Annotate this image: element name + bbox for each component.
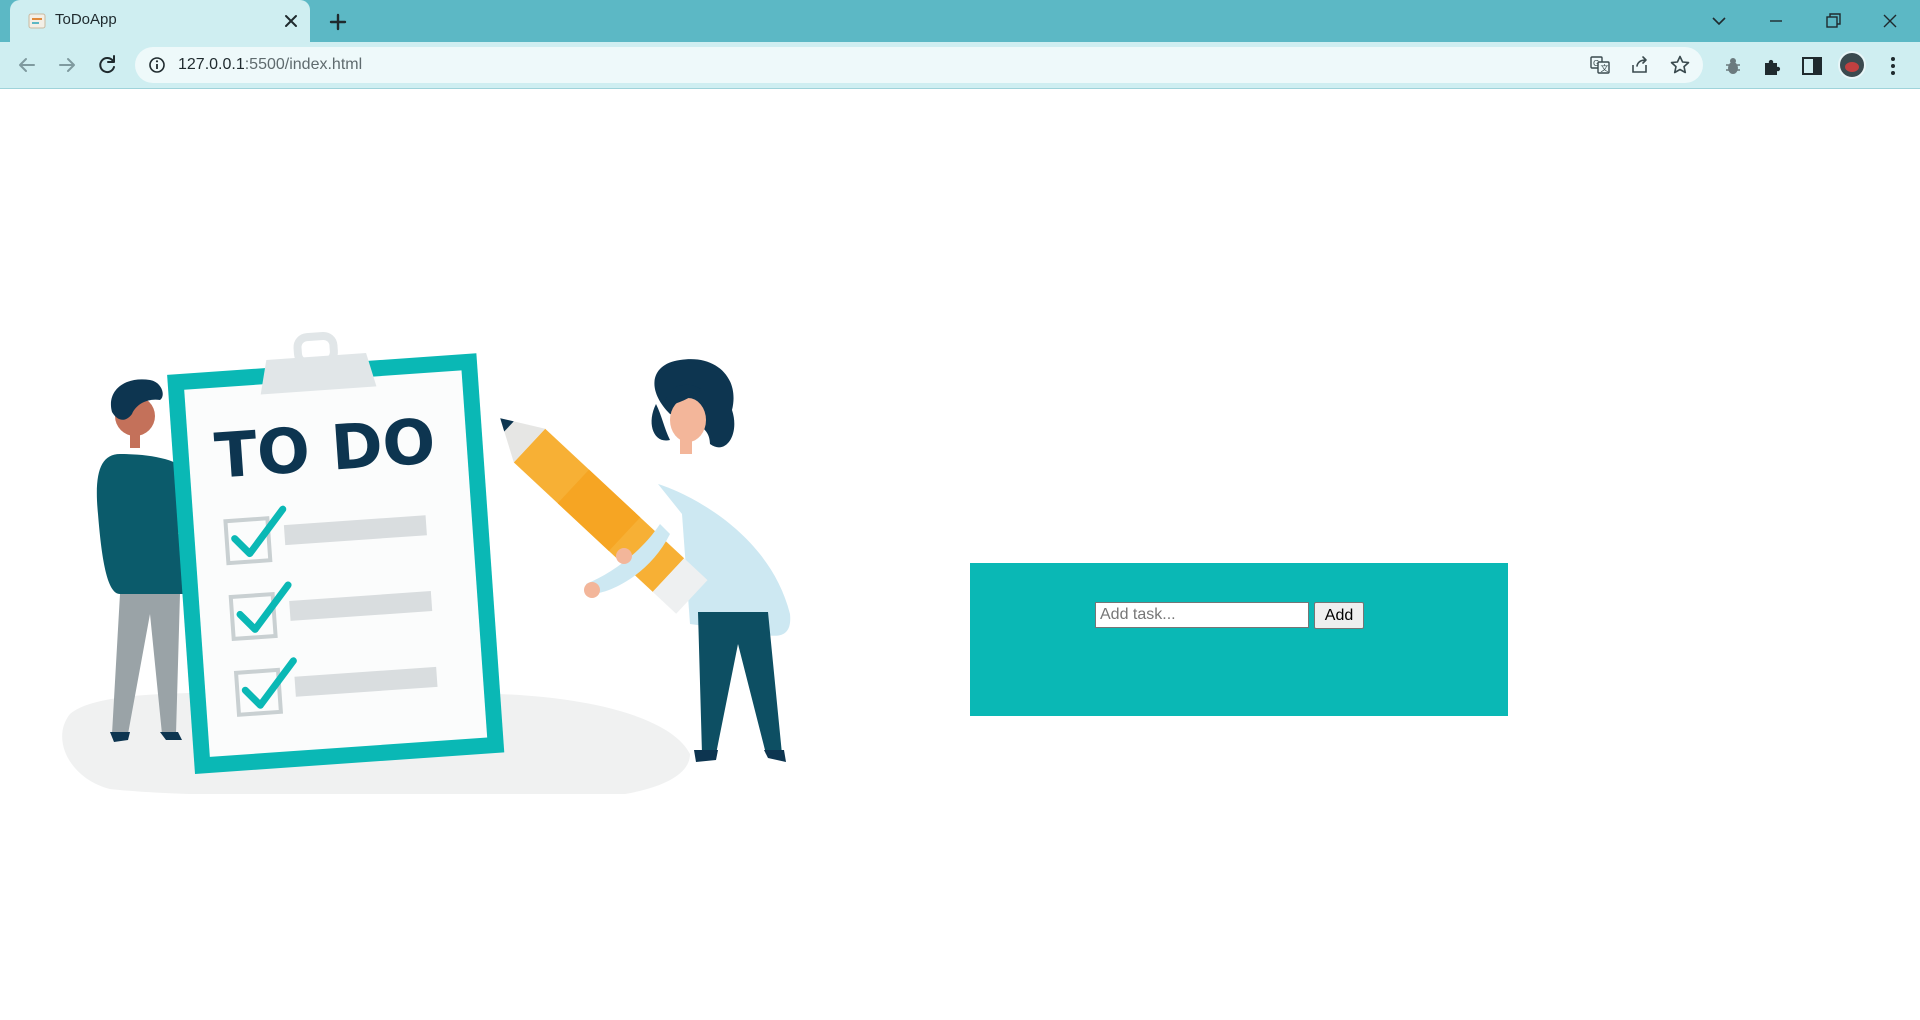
- url-path: :5500/index.html: [244, 56, 363, 73]
- bookmark-star-icon[interactable]: [1669, 54, 1691, 76]
- add-task-button[interactable]: Add: [1314, 602, 1364, 629]
- side-panel-icon[interactable]: [1800, 54, 1824, 78]
- share-icon[interactable]: [1629, 54, 1651, 76]
- minimize-icon[interactable]: [1763, 8, 1789, 34]
- browser-tab[interactable]: ToDoApp: [10, 0, 310, 42]
- menu-dots-icon[interactable]: [1881, 54, 1905, 78]
- favicon-icon: [28, 13, 46, 29]
- translate-icon[interactable]: G 文: [1589, 54, 1611, 76]
- clipboard-heading: TO DO: [212, 404, 437, 492]
- svg-text:G: G: [1593, 59, 1599, 68]
- reload-icon[interactable]: [93, 51, 121, 79]
- browser-toolbar: 127.0.0.1:5500/index.html G 文: [0, 42, 1920, 89]
- tab-strip: ToDoApp: [0, 0, 1920, 42]
- avatar-image: [1845, 62, 1859, 72]
- todo-illustration: TO DO: [62, 331, 791, 794]
- address-bar[interactable]: 127.0.0.1:5500/index.html G 文: [135, 47, 1703, 83]
- task-input[interactable]: [1095, 602, 1309, 628]
- bug-extension-icon[interactable]: [1721, 54, 1745, 78]
- svg-text:文: 文: [1601, 63, 1609, 73]
- url-host: 127.0.0.1: [178, 56, 245, 73]
- forward-icon[interactable]: [53, 51, 81, 79]
- close-window-icon[interactable]: [1877, 8, 1903, 34]
- clipboard: TO DO: [167, 331, 505, 774]
- url-text: 127.0.0.1:5500/index.html: [178, 56, 362, 74]
- tab-search-icon[interactable]: [1706, 8, 1732, 34]
- extensions-puzzle-icon[interactable]: [1761, 54, 1785, 78]
- profile-avatar[interactable]: [1838, 51, 1866, 79]
- new-tab-icon[interactable]: [326, 10, 350, 34]
- page-content: TO DO Add task... Add: [0, 89, 1920, 1020]
- tab-title: ToDoApp: [55, 11, 117, 28]
- todo-card: Add: [970, 563, 1508, 716]
- restore-icon[interactable]: [1820, 8, 1846, 34]
- site-info-icon[interactable]: [147, 55, 167, 75]
- close-tab-icon[interactable]: [280, 10, 302, 32]
- back-icon[interactable]: [13, 51, 41, 79]
